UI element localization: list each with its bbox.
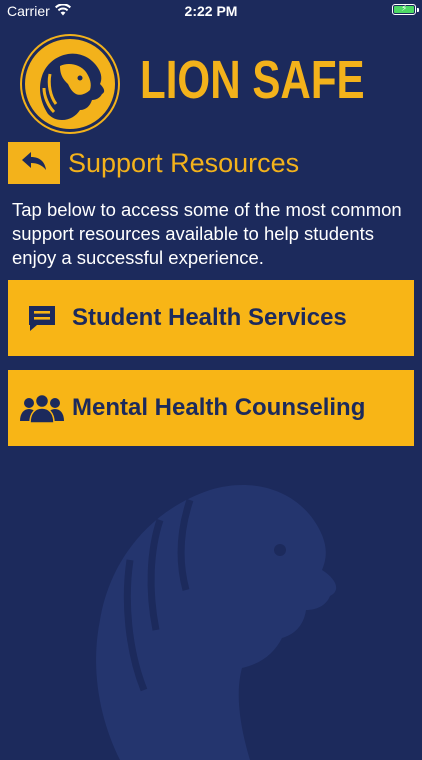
- status-bar: Carrier 2:22 PM: [0, 0, 422, 22]
- lion-watermark-icon: [96, 485, 337, 760]
- group-people-icon: [18, 393, 66, 423]
- battery-charging-icon: [392, 3, 419, 15]
- back-arrow-icon: [20, 150, 48, 177]
- status-time: 2:22 PM: [184, 3, 238, 19]
- lion-head-logo: [22, 36, 118, 132]
- resource-label: Mental Health Counseling: [72, 394, 366, 421]
- app-title: LION SAFE: [140, 50, 365, 110]
- intro-text: Tap below to access some of the most com…: [12, 199, 402, 268]
- brand-header: LION SAFE: [22, 36, 402, 132]
- back-button[interactable]: [8, 142, 60, 184]
- page-title: Support Resources: [68, 148, 300, 178]
- resource-label: Student Health Services: [72, 304, 347, 331]
- chat-bubble-icon: [18, 303, 66, 333]
- student-health-services-button[interactable]: Student Health Services: [8, 280, 414, 356]
- mental-health-counseling-button[interactable]: Mental Health Counseling: [8, 370, 414, 446]
- title-row: Support Resources: [8, 142, 414, 184]
